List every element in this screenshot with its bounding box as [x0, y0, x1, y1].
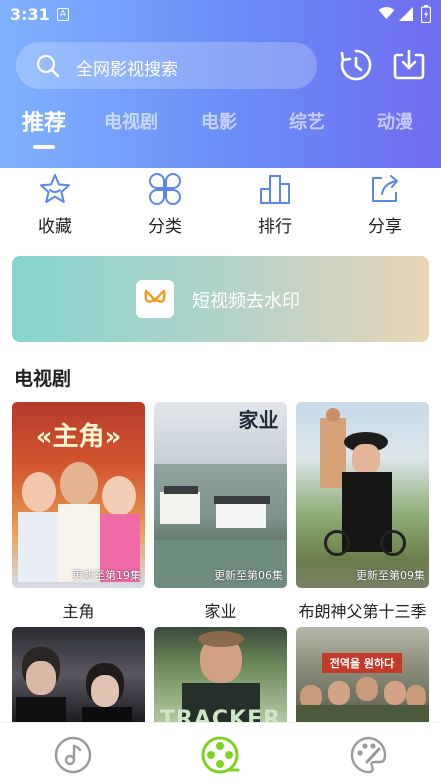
download-icon[interactable]	[391, 47, 427, 83]
music-disc-icon[interactable]	[53, 735, 93, 775]
tab-anime[interactable]: 动漫	[377, 108, 413, 134]
wifi-icon	[378, 7, 395, 19]
tab-movies[interactable]: 电影	[201, 108, 237, 134]
show-poster	[12, 627, 145, 723]
show-title: 布朗神父第十三季	[298, 602, 427, 621]
sim-icon: A	[57, 8, 69, 21]
episode-badge: 更新至第06集	[214, 569, 283, 582]
battery-icon	[421, 5, 431, 23]
favorites-button[interactable]: 收藏	[15, 170, 95, 240]
category-label: 分类	[148, 217, 182, 237]
ranking-button[interactable]: 排行	[235, 170, 315, 240]
banner-text: 短视频去水印	[192, 291, 300, 312]
favorites-label: 收藏	[38, 217, 72, 237]
section-title: 电视剧	[14, 368, 72, 390]
show-poster: TRACKER	[154, 627, 287, 723]
quick-actions: 收藏 分类 排行 分享	[0, 170, 441, 240]
episode-badge: 更新至第19集	[72, 569, 141, 582]
share-icon	[372, 175, 398, 202]
status-bar: 3:31 A	[0, 0, 441, 30]
episode-badge: 更新至第09集	[356, 569, 425, 582]
signal-icon	[399, 7, 413, 21]
watermark-removal-banner[interactable]: 短视频去水印	[12, 256, 429, 342]
show-poster: 更新至第09集	[296, 402, 429, 588]
show-poster: «主角» 更新至第19集	[12, 402, 145, 588]
search-icon	[36, 54, 60, 78]
poster-title-text: 전역을 원하다	[322, 653, 402, 673]
poster-title-text: 家业	[238, 408, 279, 432]
poster-title-text: «主角»	[35, 422, 122, 452]
ranking-label: 排行	[258, 217, 292, 237]
ranking-icon	[260, 175, 290, 204]
tab-tv-series[interactable]: 电视剧	[104, 108, 158, 134]
header: 3:31 A 全网影视搜索 推荐 电视剧 电影 综艺 动漫	[0, 0, 441, 168]
history-icon[interactable]	[338, 47, 374, 83]
search-placeholder: 全网影视搜索	[76, 60, 178, 80]
watermark-app-icon	[136, 280, 174, 318]
palette-icon[interactable]	[348, 735, 388, 775]
tab-recommend[interactable]: 推荐	[22, 105, 66, 137]
share-label: 分享	[368, 217, 402, 237]
tab-variety[interactable]: 综艺	[289, 108, 325, 134]
active-tab-indicator	[33, 145, 55, 149]
search-bar[interactable]: 全网影视搜索	[16, 42, 317, 89]
status-time: 3:31	[10, 5, 50, 24]
share-button[interactable]: 分享	[345, 170, 425, 240]
bottom-navigation	[0, 722, 441, 784]
poster-title-text: TRACKER	[159, 707, 282, 723]
category-icon	[149, 173, 181, 205]
show-title: 主角	[62, 602, 95, 621]
star-icon	[40, 174, 70, 203]
show-poster: 家业 更新至第06集	[154, 402, 287, 588]
film-reel-icon[interactable]	[200, 735, 240, 775]
category-tabs: 推荐 电视剧 电影 综艺 动漫	[0, 108, 441, 152]
show-poster: 전역을 원하다	[296, 627, 429, 723]
show-title: 家业	[204, 602, 237, 621]
category-button[interactable]: 分类	[125, 170, 205, 240]
